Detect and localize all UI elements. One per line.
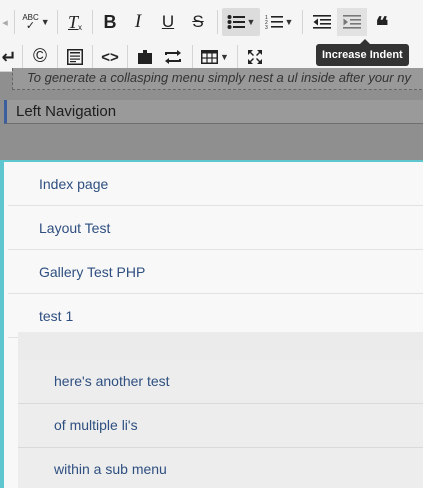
decrease-indent-button[interactable] bbox=[307, 8, 337, 36]
sub-menu-item[interactable]: here's another test bbox=[18, 360, 423, 404]
toolbar-divider bbox=[302, 10, 303, 34]
remove-format-icon: T bbox=[67, 11, 78, 32]
table-button[interactable]: ▼ bbox=[197, 43, 233, 71]
left-navigation-menu: Index page Layout Test Gallery Test PHP … bbox=[0, 160, 423, 488]
remove-format-button[interactable]: Tx bbox=[62, 8, 88, 36]
menu-item-label[interactable]: Layout Test bbox=[39, 220, 110, 236]
menu-item-label[interactable]: test 1 bbox=[39, 308, 73, 324]
toolbar-divider bbox=[14, 10, 15, 34]
menu-item-label[interactable]: Index page bbox=[39, 176, 108, 192]
increase-indent-button[interactable] bbox=[337, 8, 367, 36]
sub-menu-item[interactable]: of multiple li's bbox=[18, 404, 423, 448]
bullet-list-button[interactable]: ▼ bbox=[222, 8, 260, 36]
bullet-list-icon bbox=[227, 15, 245, 29]
numbered-list-icon: 1 2 3 bbox=[265, 15, 283, 30]
blockquote-icon: ❝ bbox=[375, 13, 389, 40]
toolbar-divider bbox=[127, 45, 128, 69]
toolbar-row-1: ◂ ABC ✓ ▼ Tx B I U S ▼ 1 2 3 ▼ ❝ bbox=[0, 5, 397, 40]
table-icon bbox=[201, 50, 219, 64]
plugin-button[interactable] bbox=[132, 43, 158, 71]
strikethrough-button[interactable]: S bbox=[183, 8, 213, 36]
sub-menu-spacer bbox=[18, 332, 423, 360]
increase-indent-tooltip: Increase Indent bbox=[316, 39, 409, 66]
underline-button[interactable]: U bbox=[153, 8, 183, 36]
fullscreen-icon bbox=[248, 50, 262, 64]
line-break-button[interactable]: ↵ bbox=[0, 43, 18, 71]
overflow-left-icon[interactable]: ◂ bbox=[0, 8, 10, 36]
swap-button[interactable] bbox=[158, 43, 188, 71]
instruction-text: To generate a collasping menu simply nes… bbox=[12, 68, 423, 90]
copyright-button[interactable]: © bbox=[27, 43, 53, 71]
toolbar-divider bbox=[57, 45, 58, 69]
menu-item-label[interactable]: Gallery Test PHP bbox=[39, 264, 145, 280]
toolbar-divider bbox=[57, 10, 58, 34]
chevron-down-icon: ▼ bbox=[40, 17, 50, 27]
fullscreen-button[interactable] bbox=[242, 43, 268, 71]
toolbar-divider bbox=[237, 45, 238, 69]
decrease-indent-icon bbox=[313, 15, 331, 29]
toolbar-divider bbox=[92, 10, 93, 34]
copyright-icon: © bbox=[33, 46, 47, 67]
menu-item-layout-test[interactable]: Layout Test bbox=[8, 206, 423, 250]
underline-icon: U bbox=[161, 12, 175, 31]
bold-button[interactable]: B bbox=[97, 8, 123, 36]
swap-icon bbox=[165, 50, 181, 64]
sub-menu: here's another test of multiple li's wit… bbox=[18, 332, 423, 488]
sub-menu-item-label[interactable]: within a sub menu bbox=[54, 461, 167, 477]
bold-icon: B bbox=[103, 11, 117, 32]
section-heading-label: Left Navigation bbox=[16, 103, 117, 120]
toolbar-divider bbox=[217, 10, 218, 34]
sub-menu-item-label[interactable]: of multiple li's bbox=[54, 417, 138, 433]
toolbar-divider bbox=[92, 45, 93, 69]
source-code-icon: <> bbox=[101, 48, 119, 66]
line-break-icon: ↵ bbox=[1, 46, 17, 67]
editor-content: To generate a collasping menu simply nes… bbox=[0, 68, 423, 162]
menu-item-index-page[interactable]: Index page bbox=[8, 162, 423, 206]
increase-indent-icon bbox=[343, 15, 361, 29]
plugin-icon bbox=[138, 50, 152, 64]
menu-item-gallery-test-php[interactable]: Gallery Test PHP bbox=[8, 250, 423, 294]
sub-menu-item[interactable]: within a sub menu bbox=[18, 448, 423, 488]
blockquote-button[interactable]: ❝ bbox=[367, 8, 397, 40]
sub-menu-item-label[interactable]: here's another test bbox=[54, 373, 170, 389]
toolbar-divider bbox=[22, 45, 23, 69]
chevron-down-icon: ▼ bbox=[220, 52, 229, 62]
editor-toolbar: ◂ ABC ✓ ▼ Tx B I U S ▼ 1 2 3 ▼ ❝ ↵ © <> … bbox=[0, 0, 423, 72]
chevron-down-icon: ▼ bbox=[246, 17, 256, 27]
chevron-down-icon: ▼ bbox=[284, 17, 294, 27]
numbered-list-button[interactable]: 1 2 3 ▼ bbox=[260, 8, 298, 36]
template-icon bbox=[67, 49, 83, 65]
spellcheck-icon: ABC ✓ bbox=[22, 13, 39, 32]
spellcheck-button[interactable]: ABC ✓ ▼ bbox=[19, 8, 53, 36]
source-code-button[interactable]: <> bbox=[97, 43, 123, 71]
italic-button[interactable]: I bbox=[123, 8, 153, 36]
svg-text:3: 3 bbox=[265, 25, 268, 30]
italic-icon: I bbox=[134, 11, 142, 32]
section-heading[interactable]: Left Navigation bbox=[4, 100, 423, 124]
strikethrough-icon: S bbox=[192, 12, 204, 31]
toolbar-divider bbox=[192, 45, 193, 69]
template-button[interactable] bbox=[62, 43, 88, 71]
